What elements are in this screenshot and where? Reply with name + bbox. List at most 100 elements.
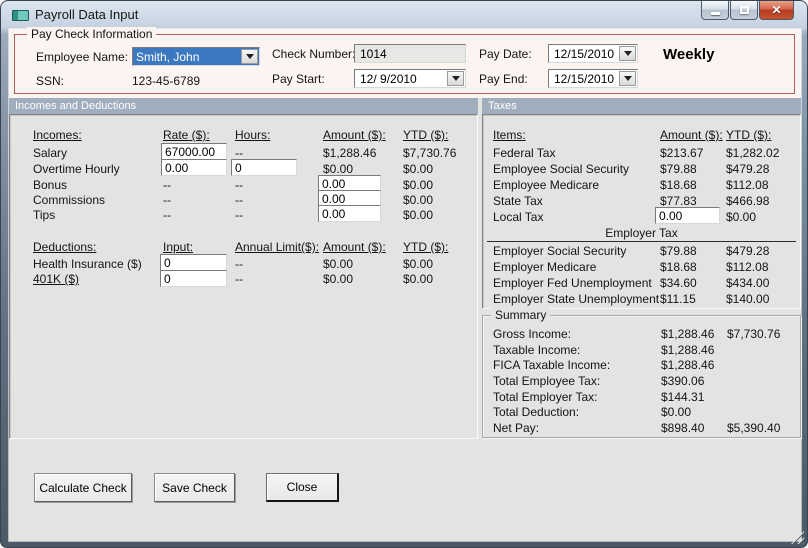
close-icon: ✕ bbox=[771, 3, 782, 17]
incomes-deductions-panel: Incomes: Rate ($): Hours: Amount ($): YT… bbox=[9, 114, 478, 439]
tax-row-amount: $18.68 bbox=[660, 260, 697, 274]
tax-row-amount: $213.67 bbox=[660, 146, 704, 160]
summary-row-amount: $390.06 bbox=[661, 374, 705, 388]
overtime-hours-input[interactable] bbox=[231, 159, 297, 176]
pay-end-dropdown-button[interactable] bbox=[619, 71, 636, 86]
window-title: Payroll Data Input bbox=[35, 7, 139, 22]
incomes-header-amount: Amount ($): bbox=[323, 128, 386, 142]
summary-row-ytd: $7,730.76 bbox=[727, 327, 781, 341]
check-number-field[interactable]: 1014 bbox=[354, 44, 466, 63]
chevron-down-icon bbox=[623, 76, 632, 81]
minimize-button[interactable] bbox=[701, 1, 729, 20]
pay-date-datepicker[interactable]: 12/15/2010 bbox=[548, 44, 638, 63]
deductions-header-input: Input: bbox=[163, 240, 194, 254]
pay-frequency-label: Weekly bbox=[663, 46, 715, 63]
summary-row-ytd: $5,390.40 bbox=[727, 421, 781, 435]
deductions-header-amount: Amount ($): bbox=[323, 240, 386, 254]
check-number-label: Check Number: bbox=[272, 47, 356, 61]
tax-row-ytd: $434.00 bbox=[726, 276, 770, 290]
deduction-row-amount: $0.00 bbox=[323, 272, 354, 286]
summary-group-label: Summary bbox=[491, 308, 551, 322]
summary-row-amount: $1,288.46 bbox=[661, 327, 715, 341]
tax-row-amount: $79.88 bbox=[660, 162, 697, 176]
taxes-header-ytd: YTD ($): bbox=[726, 128, 772, 142]
income-row-hours: -- bbox=[235, 178, 243, 192]
pay-start-datepicker[interactable]: 12/ 9/2010 bbox=[354, 69, 466, 88]
ssn-value: 123-45-6789 bbox=[132, 74, 201, 88]
summary-row-label: FICA Taxable Income: bbox=[493, 358, 611, 372]
calculate-check-button[interactable]: Calculate Check bbox=[34, 473, 132, 502]
check-number-value: 1014 bbox=[360, 47, 387, 61]
summary-row-amount: $0.00 bbox=[661, 405, 692, 419]
deductions-header-limit: Annual Limit($): bbox=[235, 240, 320, 254]
tax-row-label: Employer Fed Unemployment bbox=[493, 276, 652, 290]
tax-row-amount: $79.88 bbox=[660, 244, 697, 258]
pay-end-datepicker[interactable]: 12/15/2010 bbox=[548, 69, 638, 88]
income-row-label: Salary bbox=[33, 146, 68, 160]
deduction-row-limit: -- bbox=[235, 272, 243, 286]
income-row-hours: -- bbox=[235, 208, 243, 222]
tax-row-ytd: $112.08 bbox=[726, 178, 769, 192]
paycheck-info-groupbox: Pay Check Information Employee Name: Smi… bbox=[14, 27, 795, 94]
incomes-header-ytd: YTD ($): bbox=[403, 128, 449, 142]
maximize-button[interactable] bbox=[730, 1, 758, 20]
incomes-header-rate: Rate ($): bbox=[163, 128, 210, 142]
save-check-button[interactable]: Save Check bbox=[154, 473, 235, 502]
salary-rate-input[interactable] bbox=[161, 143, 227, 160]
close-window-button[interactable]: ✕ bbox=[759, 1, 794, 20]
tax-row-label: Employer Social Security bbox=[493, 244, 627, 258]
maximize-icon bbox=[739, 6, 749, 14]
pay-start-dropdown-button[interactable] bbox=[447, 71, 464, 86]
local-tax-input[interactable] bbox=[655, 207, 720, 224]
incomes-deductions-section-header: Incomes and Deductions bbox=[9, 98, 478, 114]
pay-date-dropdown-button[interactable] bbox=[619, 46, 636, 61]
employee-name-combobox[interactable]: Smith, John bbox=[132, 47, 260, 66]
paycheck-group-label: Pay Check Information bbox=[27, 27, 157, 41]
tax-row-label: Employee Social Security bbox=[493, 162, 630, 176]
pay-date-value: 12/15/2010 bbox=[554, 47, 615, 61]
tax-row-ytd: $0.00 bbox=[726, 210, 757, 224]
title-bar[interactable]: Payroll Data Input ✕ bbox=[1, 1, 807, 29]
summary-row-amount: $1,288.46 bbox=[661, 358, 715, 372]
chevron-down-icon bbox=[623, 51, 632, 56]
pay-start-label: Pay Start: bbox=[272, 72, 325, 86]
tax-row-label: Employer Medicare bbox=[493, 260, 597, 274]
employee-name-value: Smith, John bbox=[136, 50, 200, 64]
income-row-label: Tips bbox=[33, 208, 56, 222]
deduction-row-ytd: $0.00 bbox=[403, 272, 434, 286]
close-button[interactable]: Close bbox=[266, 473, 339, 502]
tax-row-amount: $11.15 bbox=[660, 292, 696, 306]
taxes-header-items: Items: bbox=[493, 128, 526, 142]
employee-name-dropdown-button[interactable] bbox=[241, 49, 258, 64]
tax-row-amount: $77.83 bbox=[660, 194, 697, 208]
tax-row-label: State Tax bbox=[493, 194, 543, 208]
chevron-down-icon bbox=[245, 54, 254, 59]
dialog-client-area: Pay Check Information Employee Name: Smi… bbox=[9, 27, 801, 541]
health-insurance-input[interactable] bbox=[160, 254, 227, 271]
summary-groupbox: Summary Gross Income: $1,288.46 $7,730.7… bbox=[482, 308, 801, 438]
income-row-amount: $1,288.46 bbox=[323, 146, 377, 160]
401k-input[interactable] bbox=[160, 270, 227, 287]
payroll-window: Payroll Data Input ✕ Pay Check Informati… bbox=[0, 0, 808, 548]
pay-end-label: Pay End: bbox=[479, 72, 528, 86]
summary-row-label: Taxable Income: bbox=[493, 343, 581, 357]
incomes-header-item: Incomes: bbox=[33, 128, 82, 142]
tax-row-label: Federal Tax bbox=[493, 146, 556, 160]
income-row-ytd: $0.00 bbox=[403, 193, 434, 207]
ssn-label: SSN: bbox=[36, 74, 65, 88]
overtime-rate-input[interactable] bbox=[161, 159, 227, 176]
summary-row-amount: $898.40 bbox=[661, 421, 705, 435]
deduction-row-amount: $0.00 bbox=[323, 257, 354, 271]
summary-row-label: Net Pay: bbox=[493, 421, 540, 435]
income-row-rate: -- bbox=[163, 178, 171, 192]
pay-end-value: 12/15/2010 bbox=[554, 72, 615, 86]
pay-date-label: Pay Date: bbox=[479, 47, 532, 61]
deduction-401k-link[interactable]: 401K ($) bbox=[33, 272, 79, 286]
tips-amount-input[interactable] bbox=[318, 205, 381, 222]
employee-name-label: Employee Name: bbox=[36, 50, 129, 64]
tax-row-ytd: $479.28 bbox=[726, 162, 770, 176]
tax-row-label: Employee Medicare bbox=[493, 178, 600, 192]
pay-start-value: 12/ 9/2010 bbox=[360, 72, 417, 86]
employer-tax-group-label: Employer Tax bbox=[487, 226, 796, 242]
tax-row-label: Employer State Unemployment bbox=[493, 292, 660, 306]
